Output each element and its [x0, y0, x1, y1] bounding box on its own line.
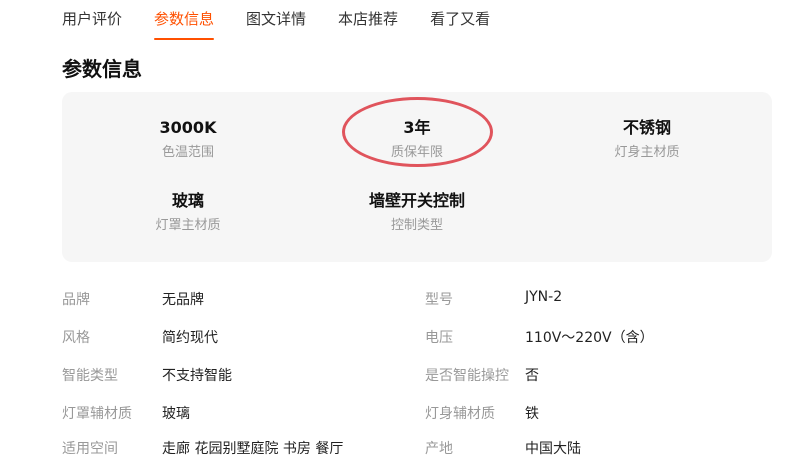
highlight-value: 3000K: [159, 118, 217, 137]
property-label: 风格: [62, 330, 90, 346]
highlight-body-material: 不锈钢 灯身主材质: [557, 117, 737, 162]
property-label: 型号: [425, 292, 453, 308]
highlight-label: 控制类型: [390, 218, 443, 233]
highlight-color-temp: 3000K 色温范围: [98, 117, 278, 162]
property-row: 适用空间 走廊 花园别墅庭院 书房 餐厅 产地 中国大陆: [62, 438, 782, 468]
highlight-label: 灯罩主材质: [155, 218, 221, 233]
property-label: 灯罩辅材质: [62, 406, 132, 422]
tab-bar: 用户评价 参数信息 图文详情 本店推荐 看了又看: [62, 0, 522, 44]
highlight-label: 色温范围: [161, 145, 214, 160]
property-value: 否: [525, 368, 539, 384]
property-value: 玻璃: [162, 406, 190, 422]
tab-user-reviews[interactable]: 用户评价: [62, 0, 122, 44]
tab-parameters[interactable]: 参数信息: [154, 0, 215, 44]
property-value: 不支持智能: [162, 368, 232, 384]
property-value: 110V～220V（含）: [525, 330, 654, 346]
property-label: 电压: [425, 330, 453, 346]
highlight-value: 墙壁开关控制: [368, 191, 465, 210]
tab-viewed-also[interactable]: 看了又看: [430, 0, 490, 44]
tab-store-recommend[interactable]: 本店推荐: [338, 0, 398, 44]
property-value: JYN-2: [525, 289, 563, 305]
property-label: 品牌: [62, 292, 90, 308]
property-value: 中国大陆: [525, 441, 581, 457]
property-row: 智能类型 不支持智能 是否智能操控 否: [62, 365, 782, 395]
section-title: 参数信息: [62, 57, 142, 81]
property-value: 走廊 花园别墅庭院 书房 餐厅: [162, 441, 344, 457]
property-label: 是否智能操控: [425, 368, 509, 384]
highlight-label: 质保年限: [390, 145, 443, 160]
property-value: 铁: [525, 406, 539, 422]
highlight-control-type: 墙壁开关控制 控制类型: [327, 190, 507, 235]
property-row: 风格 简约现代 电压 110V～220V（含）: [62, 327, 782, 357]
property-value: 简约现代: [162, 330, 218, 346]
tab-graphic-details[interactable]: 图文详情: [246, 0, 306, 44]
property-label: 智能类型: [62, 368, 118, 384]
property-row: 品牌 无品牌 型号 JYN-2: [62, 289, 782, 319]
property-label: 产地: [425, 441, 453, 457]
highlight-label: 灯身主材质: [614, 145, 680, 160]
highlight-value: 玻璃: [171, 191, 204, 210]
property-label: 灯身辅材质: [425, 406, 495, 422]
highlight-card: 3000K 色温范围 3年 质保年限 不锈钢 灯身主材质 玻璃 灯罩主材质 墙壁…: [62, 92, 772, 262]
highlight-warranty: 3年 质保年限: [327, 117, 507, 162]
highlight-value: 3年: [403, 118, 431, 137]
highlight-value: 不锈钢: [622, 118, 671, 137]
property-label: 适用空间: [62, 441, 118, 457]
property-value: 无品牌: [162, 292, 204, 308]
highlight-shade-material: 玻璃 灯罩主材质: [98, 190, 278, 235]
property-row: 灯罩辅材质 玻璃 灯身辅材质 铁: [62, 403, 782, 433]
